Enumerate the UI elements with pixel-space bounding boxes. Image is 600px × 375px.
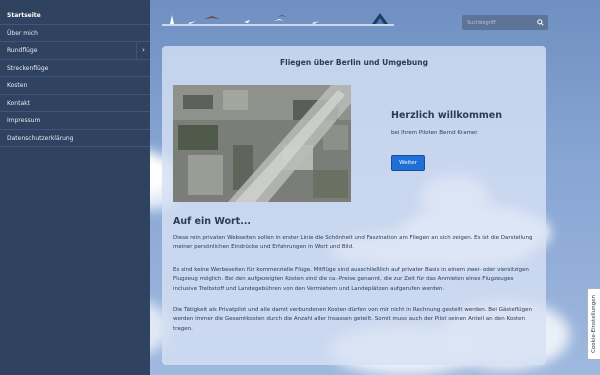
more-button[interactable]: Weiter	[391, 155, 425, 171]
section-title: Auf ein Wort...	[173, 216, 252, 227]
search-input[interactable]	[462, 15, 532, 30]
search-button[interactable]	[532, 15, 548, 30]
search-icon	[536, 19, 544, 26]
aerial-city-picture	[173, 85, 351, 202]
nav-item-label: Kontakt	[7, 99, 30, 107]
page-title: Fliegen über Berlin und Umgebung	[280, 58, 428, 67]
nav-item-label: Über mich	[7, 29, 38, 37]
cookie-settings-tab[interactable]: Cookie-Einstellungen	[587, 288, 600, 360]
nav-item-kosten[interactable]: Kosten	[0, 77, 150, 95]
nav-item-rundfluege[interactable]: Rundflüge ›	[0, 42, 150, 60]
intro-paragraph: Die Tätigkeit als Privatpilot und alle d…	[173, 307, 533, 332]
cookie-settings-label: Cookie-Einstellungen	[591, 295, 597, 353]
welcome-heading: Herzlich willkommen	[391, 110, 502, 121]
content-panel: Fliegen über Berlin und Umgebung Herzlic…	[162, 46, 546, 365]
welcome-subtitle: bei Ihrem Piloten Bernd Kramer	[391, 130, 478, 136]
chevron-right-icon[interactable]: ›	[136, 42, 150, 59]
nav-item-label: Startseite	[7, 12, 41, 19]
nav-item-startseite[interactable]: Startseite	[0, 7, 150, 25]
nav-item-label: Rundflüge	[7, 47, 38, 54]
hero-aerial-photo	[173, 85, 351, 202]
nav-item-datenschutz[interactable]: Datenschutzerklärung	[0, 130, 150, 147]
nav-item-label: Datenschutzerklärung	[7, 134, 74, 142]
sidebar-nav: Startseite Über mich Rundflüge › Strecke…	[0, 0, 150, 375]
intro-paragraph: Diese rein privaten Webseiten sollen in …	[173, 235, 533, 251]
nav-item-impressum[interactable]: Impressum	[0, 112, 150, 130]
nav-item-label: Streckenflüge	[7, 64, 49, 72]
nav-item-streckenfluege[interactable]: Streckenflüge	[0, 60, 150, 77]
intro-paragraph: Es sind keine Werbeseiten für kommerziel…	[173, 267, 529, 292]
nav-item-label: Kosten	[7, 82, 28, 89]
nav-item-label: Impressum	[7, 117, 41, 124]
nav-item-kontakt[interactable]: Kontakt	[0, 95, 150, 112]
nav-item-ueber-mich[interactable]: Über mich	[0, 25, 150, 42]
search-box	[462, 15, 548, 30]
logo-skyline-banner	[162, 13, 394, 26]
